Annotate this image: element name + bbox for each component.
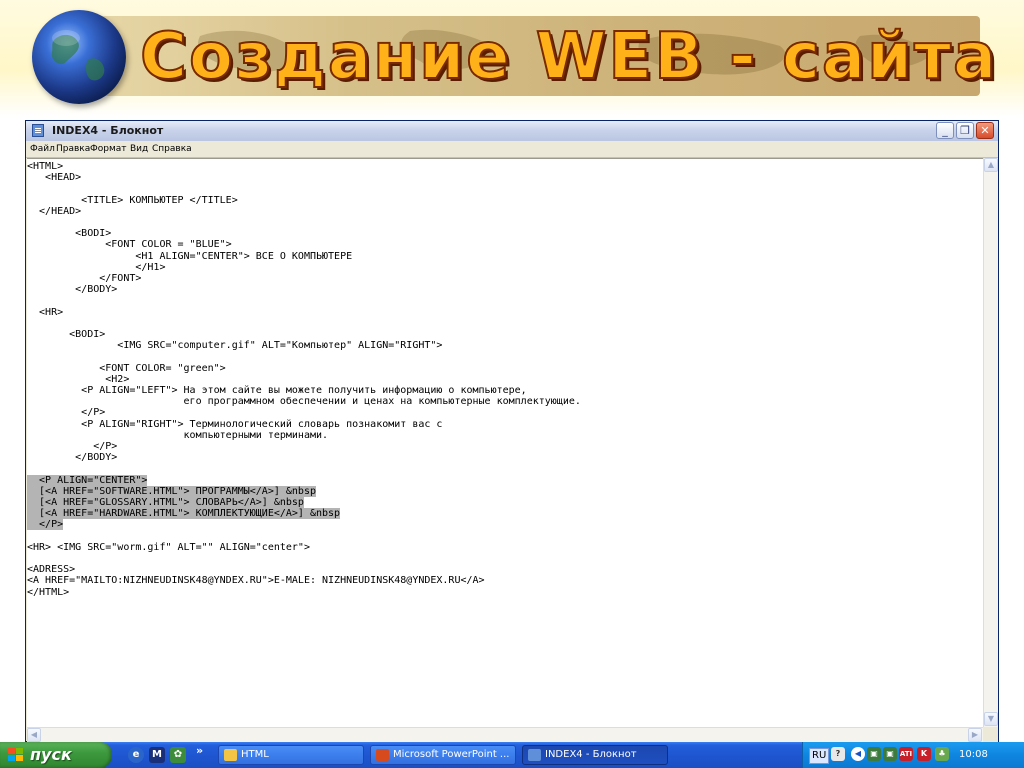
network2-tray-icon[interactable]: ▣	[883, 747, 897, 761]
back-arrow-tray-icon[interactable]: ◀	[851, 747, 865, 761]
menu-edit[interactable]: Правка	[56, 143, 90, 155]
powerpoint-icon	[376, 749, 389, 761]
code-line[interactable]: <HEAD>	[27, 172, 81, 183]
clock: 10:08	[959, 749, 988, 760]
start-label: пуск	[30, 745, 72, 764]
menu-format[interactable]: Формат	[90, 143, 127, 155]
network-tray-icon[interactable]: ▣	[867, 747, 881, 761]
media-quicklaunch-icon[interactable]: ✿	[170, 747, 186, 763]
code-line[interactable]: <IMG SRC="computer.gif" ALT="Компьютер" …	[27, 340, 442, 351]
antivirus-tray-icon[interactable]: K	[917, 747, 931, 761]
scroll-down-arrow-icon[interactable]: ▼	[984, 712, 998, 726]
code-line[interactable]: [<A HREF="GLOSSARY.HTML"> СЛОВАРЬ</A>] &…	[27, 497, 304, 508]
code-line[interactable]: компьютерными терминами.	[27, 430, 329, 441]
code-line[interactable]: <P ALIGN="LEFT"> На этом сайте вы можете…	[27, 385, 527, 396]
mail-quicklaunch-icon[interactable]: M	[149, 747, 165, 763]
code-line[interactable]: <TITLE> КОМПЬЮТЕР </TITLE>	[27, 195, 238, 206]
task-html-folder[interactable]: HTML	[218, 745, 364, 765]
code-line[interactable]: <HR>	[27, 307, 63, 318]
menu-file[interactable]: Файл	[30, 143, 55, 155]
notepad-icon	[528, 749, 541, 761]
code-line[interactable]: </H1>	[27, 262, 165, 273]
browser-quicklaunch-icon[interactable]: e	[128, 747, 144, 763]
scroll-left-arrow-icon[interactable]: ◀	[27, 728, 41, 742]
banner-title: Создание WEB - сайта	[139, 19, 999, 95]
code-line[interactable]: </BODY>	[27, 284, 117, 295]
help-tray-icon[interactable]: ?	[831, 747, 845, 761]
code-line[interactable]: [<A HREF="HARDWARE.HTML"> КОМПЛЕКТУЮЩИЕ<…	[27, 508, 341, 520]
globe-icon	[32, 10, 126, 104]
title-bar[interactable]: INDEX4 - Блокнот _ ❐ ✕	[26, 121, 998, 141]
code-line[interactable]: <BODI>	[27, 228, 111, 239]
language-indicator[interactable]: RU	[809, 748, 830, 764]
task-label: INDEX4 - Блокнот	[545, 749, 637, 760]
code-line[interactable]: </BODY>	[27, 452, 117, 463]
code-line[interactable]: </HEAD>	[27, 206, 81, 217]
code-line[interactable]: </P>	[27, 519, 64, 531]
resize-grip[interactable]	[983, 727, 998, 742]
minimize-button[interactable]: _	[936, 122, 954, 139]
code-line[interactable]: <HR> <IMG SRC="worm.gif" ALT="" ALIGN="c…	[27, 542, 310, 553]
code-line[interactable]: </HTML>	[27, 587, 69, 598]
system-tray: RU ? ◀ ▣ ▣ ATI K ♣ 10:08	[802, 742, 1024, 768]
windows-flag-icon	[8, 748, 24, 762]
code-line[interactable]: <FONT COLOR = "BLUE">	[27, 239, 231, 250]
quicklaunch-more-icon[interactable]: »	[196, 744, 203, 757]
window-title: INDEX4 - Блокнот	[52, 124, 164, 137]
users-tray-icon[interactable]: ♣	[935, 747, 949, 761]
folder-icon	[224, 749, 237, 761]
code-line[interactable]: <P ALIGN="CENTER">	[27, 474, 148, 486]
code-line[interactable]: </P>	[27, 441, 117, 452]
horizontal-scrollbar[interactable]: ◀ ▶	[27, 727, 983, 742]
task-label: HTML	[241, 749, 269, 760]
code-line[interactable]: <H2>	[27, 374, 129, 385]
taskbar: пуск e M ✿ » HTML Microsoft PowerPoint .…	[0, 742, 1024, 768]
code-line[interactable]: <H1 ALIGN="CENTER"> ВСЕ О КОМПЬЮТЕРЕ	[27, 251, 352, 262]
menu-view[interactable]: Вид	[130, 143, 148, 155]
vertical-scrollbar[interactable]: ▲ ▼	[983, 158, 998, 727]
code-line[interactable]: <P ALIGN="RIGHT"> Терминологический слов…	[27, 419, 442, 430]
task-label: Microsoft PowerPoint ...	[393, 749, 510, 760]
code-line[interactable]: <FONT COLOR= "green">	[27, 363, 225, 374]
code-line[interactable]: </FONT>	[27, 273, 141, 284]
ati-tray-icon[interactable]: ATI	[899, 747, 913, 761]
scroll-up-arrow-icon[interactable]: ▲	[984, 158, 998, 172]
code-line[interactable]: <HTML>	[27, 161, 63, 172]
code-line[interactable]: его программном обеспечении и ценах на к…	[27, 396, 581, 407]
menu-bar: Файл Правка Формат Вид Справка	[26, 141, 998, 158]
code-line[interactable]: [<A HREF="SOFTWARE.HTML"> ПРОГРАММЫ</A>]…	[27, 485, 316, 497]
maximize-button[interactable]: ❐	[956, 122, 974, 139]
code-line[interactable]: <ADRESS>	[27, 564, 75, 575]
code-line[interactable]: <BODI>	[27, 329, 105, 340]
text-editor-area[interactable]: <HTML> <HEAD> <TITLE> КОМПЬЮТЕР </TITLE>…	[27, 158, 983, 728]
code-line[interactable]: <A HREF="MAILTO:NIZHNEUDINSK48@YNDEX.RU"…	[27, 575, 485, 586]
banner: Создание WEB - сайта	[0, 0, 1024, 117]
close-button[interactable]: ✕	[976, 122, 994, 139]
start-button[interactable]: пуск	[0, 742, 112, 768]
notepad-icon	[32, 124, 44, 137]
task-notepad[interactable]: INDEX4 - Блокнот	[522, 745, 668, 765]
menu-help[interactable]: Справка	[152, 143, 192, 155]
notepad-window: INDEX4 - Блокнот _ ❐ ✕ Файл Правка Форма…	[25, 120, 999, 742]
task-powerpoint[interactable]: Microsoft PowerPoint ...	[370, 745, 516, 765]
scroll-right-arrow-icon[interactable]: ▶	[968, 728, 982, 742]
code-line[interactable]: </P>	[27, 407, 105, 418]
